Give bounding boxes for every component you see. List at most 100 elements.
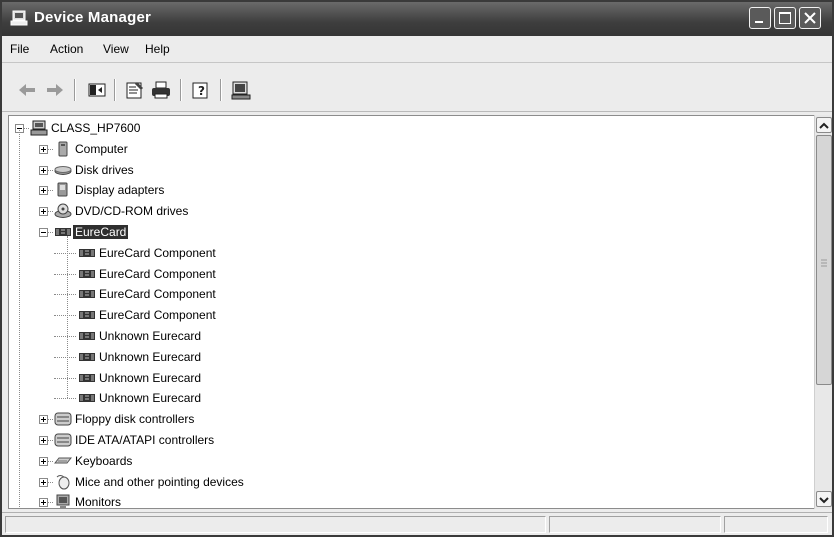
svg-text:?: ?: [198, 84, 205, 98]
tree-item-label: EureCard Component: [99, 245, 216, 260]
tree-item-label: Unknown Eurecard: [99, 370, 202, 385]
status-panel-secondary: [549, 516, 721, 533]
tree-device[interactable]: Unknown Eurecard: [9, 326, 809, 346]
close-button[interactable]: [799, 7, 821, 29]
tree-connector: [54, 336, 76, 338]
status-bar: [2, 512, 832, 535]
tree-item-label: Unknown Eurecard: [99, 349, 202, 364]
properties-icon[interactable]: [124, 79, 146, 101]
toolbar: ?: [2, 63, 832, 112]
tree-category[interactable]: IDE ATA/ATAPI controllers: [9, 430, 809, 450]
toolbar-separator: [220, 79, 222, 101]
tree-connector: [48, 190, 53, 192]
tree-connector: [24, 128, 29, 130]
scroll-thumb[interactable]: [816, 135, 832, 385]
status-panel-main: [5, 516, 546, 533]
tree-category[interactable]: Disk drives: [9, 160, 809, 180]
tree-category[interactable]: Mice and other pointing devices: [9, 472, 809, 492]
forward-arrow-icon[interactable]: [44, 79, 66, 101]
tree-category[interactable]: Monitors: [9, 492, 809, 509]
tree-root[interactable]: CLASS_HP7600: [9, 118, 809, 138]
tree-item-label: Unknown Eurecard: [99, 329, 202, 343]
maximize-button[interactable]: [774, 7, 796, 29]
expand-toggle[interactable]: [39, 207, 48, 217]
tree-item-label: Floppy disk controllers: [75, 412, 195, 427]
tree-item-label: EureCard: [73, 225, 129, 239]
expand-toggle[interactable]: [39, 498, 48, 508]
scroll-down-button[interactable]: [816, 491, 832, 507]
tree-device[interactable]: EureCard Component: [9, 264, 809, 284]
tree-device[interactable]: EureCard Component: [9, 243, 809, 263]
tree-connector: [48, 169, 53, 172]
status-panel-tertiary: [724, 516, 828, 533]
tree-category[interactable]: Computer: [9, 139, 809, 159]
tree-connector: [54, 294, 76, 296]
tree-connector: [48, 211, 53, 213]
tree-connector: [54, 377, 76, 380]
tree-connector: [54, 315, 76, 317]
tree-item-label: Disk drives: [75, 162, 134, 177]
tree-connector: [54, 398, 76, 400]
expand-toggle[interactable]: [39, 477, 48, 487]
tree-category[interactable]: Keyboards: [9, 451, 809, 471]
tree-connector: [54, 273, 76, 276]
tree-connector: [48, 460, 53, 463]
tree-category[interactable]: EureCard: [9, 222, 809, 242]
computer-icon: [10, 10, 28, 26]
tree-item-label: Computer: [75, 141, 128, 156]
tree-connector: [48, 419, 53, 421]
vertical-scrollbar[interactable]: [814, 115, 832, 509]
tree-device[interactable]: Unknown Eurecard: [9, 347, 809, 367]
tree-category[interactable]: Display adapters: [9, 180, 809, 200]
expand-toggle[interactable]: [39, 415, 48, 425]
tree-connector: [48, 481, 53, 484]
tree-item-label: Mice and other pointing devices: [75, 474, 244, 489]
tree-category[interactable]: Floppy disk controllers: [9, 409, 809, 429]
tree-connector: [54, 356, 76, 359]
back-arrow-icon[interactable]: [16, 79, 38, 101]
toolbar-separator: [74, 79, 76, 101]
collapse-toggle[interactable]: [39, 228, 48, 237]
title-bar[interactable]: Device Manager: [2, 2, 832, 36]
tree-guide-line: [19, 130, 21, 508]
tree-category[interactable]: DVD/CD-ROM drives: [9, 201, 809, 221]
tree-connector: [48, 148, 53, 151]
tree-item-label: Keyboards: [75, 453, 133, 468]
tree-item-label: EureCard Component: [99, 308, 216, 323]
toolbar-separator: [114, 79, 116, 101]
tree-item-label: Unknown Eurecard: [99, 391, 202, 406]
tree-item-label: CLASS_HP7600: [51, 121, 141, 135]
help-icon[interactable]: ?: [190, 79, 212, 101]
show-hide-tree-icon[interactable]: [86, 79, 108, 101]
tree-connector: [48, 232, 53, 234]
minimize-button[interactable]: [749, 7, 771, 29]
tree-item-label: EureCard Component: [99, 266, 216, 281]
expand-toggle[interactable]: [39, 144, 48, 154]
window-title: Device Manager: [34, 9, 152, 26]
print-icon[interactable]: [150, 79, 172, 101]
tree-device[interactable]: Unknown Eurecard: [9, 388, 809, 408]
tree-item-label: Monitors: [75, 495, 122, 509]
menu-help[interactable]: Help: [145, 42, 170, 56]
tree-device[interactable]: EureCard Component: [9, 284, 809, 304]
expand-toggle[interactable]: [39, 456, 48, 466]
expand-toggle[interactable]: [39, 165, 48, 175]
menu-action[interactable]: Action: [50, 42, 83, 56]
tree-device[interactable]: EureCard Component: [9, 305, 809, 325]
menu-file[interactable]: File: [10, 42, 29, 56]
toolbar-separator: [180, 79, 182, 101]
tree-connector: [54, 252, 76, 255]
tree-guide-line: [67, 236, 69, 399]
device-tree[interactable]: CLASS_HP7600 Computer Disk drives Display a…: [8, 115, 816, 509]
scan-hardware-icon[interactable]: [230, 79, 252, 101]
device-manager-window: Device Manager File Action View Help ? C…: [0, 0, 834, 537]
tree-item-label: Display adapters: [75, 183, 165, 198]
scroll-up-button[interactable]: [816, 117, 832, 133]
tree-connector: [48, 440, 53, 442]
expand-toggle[interactable]: [39, 186, 48, 196]
tree-item-label: IDE ATA/ATAPI controllers: [75, 433, 215, 447]
expand-toggle[interactable]: [39, 436, 48, 445]
tree-item-label: DVD/CD-ROM drives: [75, 204, 189, 219]
menu-view[interactable]: View: [103, 42, 129, 56]
tree-device[interactable]: Unknown Eurecard: [9, 368, 809, 388]
